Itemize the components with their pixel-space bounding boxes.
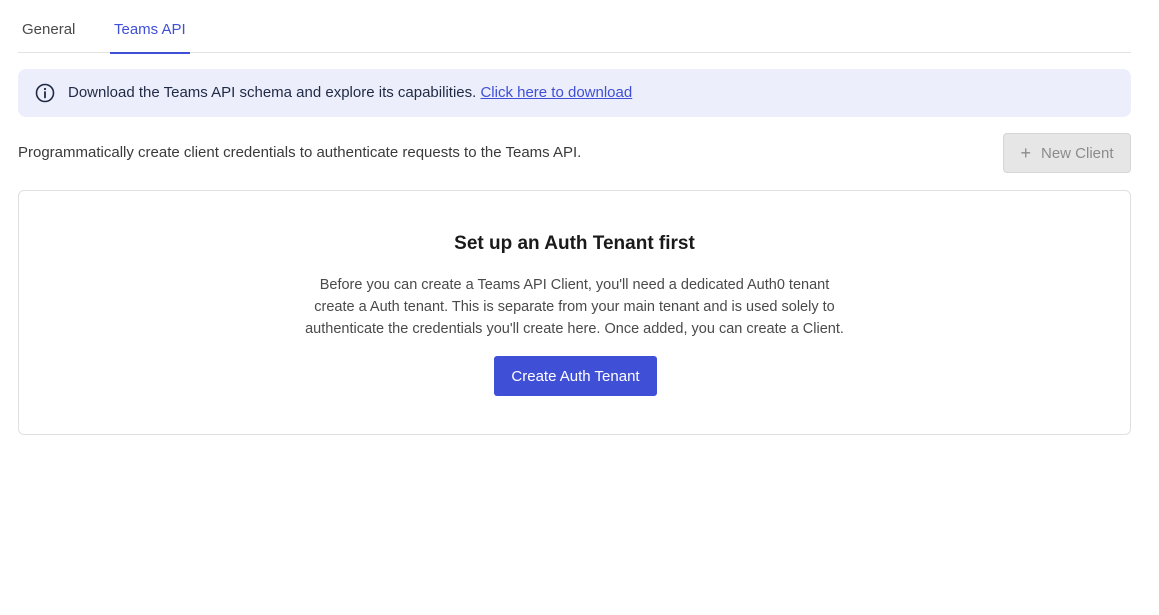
new-client-button[interactable]: + New Client <box>1003 133 1131 173</box>
page: General Teams API Download the Teams API… <box>0 0 1159 615</box>
new-client-label: New Client <box>1040 144 1114 162</box>
download-schema-link[interactable]: Click here to download <box>480 84 632 101</box>
banner-message: Download the Teams API schema and explor… <box>68 83 632 103</box>
card-title: Set up an Auth Tenant first <box>454 233 695 254</box>
card-body-line: Before you can create a Teams API Client… <box>319 277 830 293</box>
info-banner: Download the Teams API schema and explor… <box>18 69 1131 117</box>
tab-bar: General Teams API <box>18 0 1131 54</box>
page-description: Programmatically create client credentia… <box>18 144 582 161</box>
banner-text: Download the Teams API schema and explor… <box>68 84 477 101</box>
tab-general[interactable]: General <box>22 20 75 53</box>
plus-icon: + <box>1020 143 1031 163</box>
card-body-line: create a Auth tenant. This is separate f… <box>314 299 835 315</box>
tab-teams-api[interactable]: Teams API <box>110 20 190 54</box>
card-body: Before you can create a Teams API Client… <box>19 274 1130 340</box>
empty-state-card: Set up an Auth Tenant first Before you c… <box>18 190 1131 435</box>
create-auth-tenant-button[interactable]: Create Auth Tenant <box>494 356 657 396</box>
info-icon <box>35 83 55 103</box>
card-body-line: authenticate the credentials you'll crea… <box>305 321 844 337</box>
